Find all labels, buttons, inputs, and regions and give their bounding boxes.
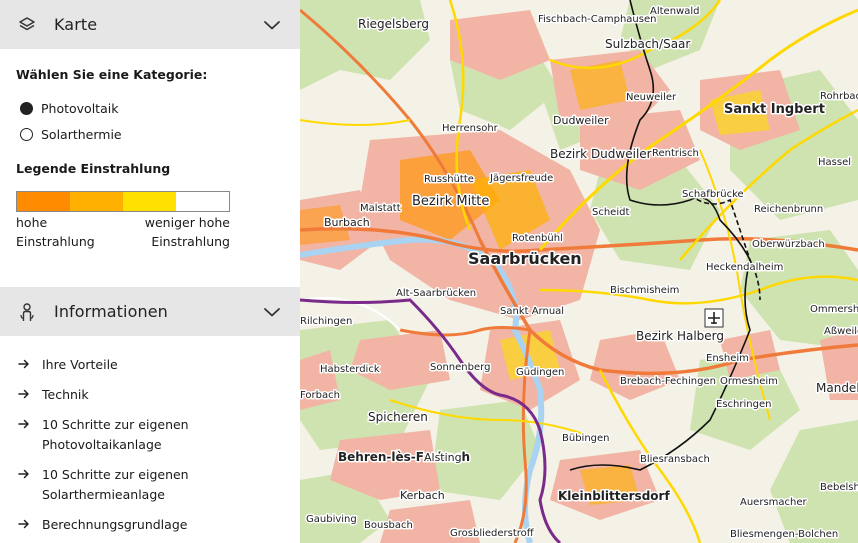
map-label-assweiler: Aßweiler	[824, 326, 858, 337]
info-link-10-schritte-pv[interactable]: 10 Schritte zur eigenen Photovoltaikanla…	[16, 410, 284, 460]
chevron-down-icon[interactable]	[262, 302, 282, 322]
informationen-panel-header[interactable]: Informationen	[0, 287, 300, 336]
map-label-altenwald: Altenwald	[650, 6, 699, 17]
map-label-ommersheim: Ommersheim	[810, 304, 858, 315]
radio-button-unchecked[interactable]	[20, 128, 33, 141]
karte-panel-body: Wählen Sie eine Kategorie: Photovoltaik …	[0, 49, 300, 287]
map-label-mandel: Mandel	[816, 381, 858, 395]
legend-labels: hohe Einstrahlung weniger hohe Einstrahl…	[16, 213, 230, 251]
info-link-label[interactable]: Berechnungsgrundlage	[42, 515, 187, 535]
map-label-malstatt: Malstatt	[360, 203, 401, 214]
legend-swatch-4	[176, 192, 229, 211]
legend-color-bar	[16, 191, 230, 212]
radio-photovoltaik[interactable]: Photovoltaik	[16, 101, 284, 116]
radio-solarthermie[interactable]: Solarthermie	[16, 127, 284, 142]
map-label-bliesmengen: Bliesmengen-Bolchen	[730, 529, 838, 540]
arrow-right-icon	[18, 465, 32, 479]
map-label-sulzbach: Sulzbach/Saar	[605, 37, 690, 51]
chevron-down-icon[interactable]	[262, 15, 282, 35]
info-link-label[interactable]: 10 Schritte zur eigenen Photovoltaikanla…	[42, 415, 212, 455]
map-label-eschringen: Eschringen	[716, 399, 771, 410]
map-canvas[interactable]: Riegelsberg Fischbach-Camphausen Altenwa…	[300, 0, 858, 543]
radio-button-checked[interactable]	[20, 102, 33, 115]
map-label-sankt-ingbert: Sankt Ingbert	[724, 102, 825, 117]
map-label-rohrbach: Rohrbach	[820, 91, 858, 102]
info-person-icon	[17, 302, 37, 322]
map-label-rotenbuehl: Rotenbühl	[512, 233, 563, 244]
map-label-auersmacher: Auersmacher	[740, 497, 808, 508]
map-label-scheidt: Scheidt	[592, 207, 629, 218]
info-link-10-schritte-st[interactable]: 10 Schritte zur eigenen Solarthermieanla…	[16, 460, 284, 510]
map-label-rilchingen: Rilchingen	[300, 316, 352, 327]
karte-panel-title: Karte	[54, 15, 98, 34]
informationen-panel-title: Informationen	[54, 302, 168, 321]
map-label-buebingen: Bübingen	[562, 433, 610, 444]
legend-label-low: weniger hohe Einstrahlung	[144, 215, 230, 249]
map-label-alsting: Alsting	[424, 451, 462, 464]
map-label-forbach: Forbach	[300, 390, 340, 401]
map-label-reichenbrunn: Reichenbrunn	[754, 204, 823, 215]
arrow-right-icon	[18, 515, 32, 529]
map-label-jaegersfreude: Jägersfreude	[489, 173, 553, 184]
legend-label-high: hohe Einstrahlung	[16, 215, 95, 249]
map-label-fischbach: Fischbach-Camphausen	[538, 14, 656, 25]
legend-swatch-1	[17, 192, 70, 211]
info-link-technik[interactable]: Technik	[16, 380, 284, 410]
legend-swatch-3	[123, 192, 176, 211]
arrow-right-icon	[18, 415, 32, 429]
arrow-right-icon	[18, 355, 32, 369]
map-label-kerbach: Kerbach	[400, 489, 445, 502]
map-label-alt-saarbruecken: Alt-Saarbrücken	[396, 288, 476, 299]
map-label-grosbliederstroff: Grosbliederstroff	[450, 528, 535, 539]
map-label-oberwuerzbach: Oberwürzbach	[752, 239, 825, 250]
radio-label: Solarthermie	[41, 127, 122, 142]
map-label-bebelsheim: Bebelsheim	[820, 482, 858, 493]
layers-icon	[17, 15, 37, 35]
sidebar: Karte Wählen Sie eine Kategorie: Photovo…	[0, 0, 300, 543]
map-label-sonnenberg: Sonnenberg	[430, 362, 490, 373]
category-title: Wählen Sie eine Kategorie:	[16, 67, 208, 82]
map-svg[interactable]: Riegelsberg Fischbach-Camphausen Altenwa…	[300, 0, 858, 543]
legend-swatch-2	[70, 192, 123, 211]
map-label-bliesransbach: Bliesransbach	[640, 454, 710, 465]
map-label-dudweiler: Dudweiler	[553, 114, 609, 127]
map-label-bischmisheim: Bischmisheim	[610, 285, 679, 296]
map-label-hassel: Hassel	[818, 157, 851, 168]
karte-panel-header[interactable]: Karte	[0, 0, 300, 49]
info-link-berechnungsgrundlage[interactable]: Berechnungsgrundlage	[16, 510, 284, 540]
map-label-bezirk-dudweiler: Bezirk Dudweiler	[550, 147, 652, 161]
airport-icon	[704, 308, 724, 328]
map-label-brebach: Brebach-Fechingen	[620, 376, 716, 387]
map-label-schafbruecke: Schafbrücke	[682, 189, 744, 200]
info-link-label[interactable]: 10 Schritte zur eigenen Solarthermieanla…	[42, 465, 212, 505]
map-label-bezirk-halberg: Bezirk Halberg	[636, 329, 724, 343]
map-label-heckendalheim: Heckendalheim	[706, 262, 783, 273]
map-label-habsterdick: Habsterdick	[320, 364, 380, 375]
map-label-herrensohr: Herrensohr	[442, 123, 499, 134]
map-label-ensheim: Ensheim	[706, 353, 749, 364]
map-label-rentrisch: Rentrisch	[652, 148, 699, 159]
radio-label: Photovoltaik	[41, 101, 119, 116]
map-label-burbach: Burbach	[324, 216, 370, 229]
info-link-label[interactable]: Technik	[42, 385, 89, 405]
map-label-russhuette: Russhütte	[424, 174, 474, 185]
map-label-bezirk-mitte: Bezirk Mitte	[412, 194, 489, 209]
informationen-panel-body: Ihre Vorteile Technik 10 Schritte zur ei…	[0, 336, 300, 540]
map-label-guedingen: Güdingen	[516, 367, 564, 378]
info-link-ihre-vorteile[interactable]: Ihre Vorteile	[16, 350, 284, 380]
legend-title: Legende Einstrahlung	[16, 161, 171, 176]
info-link-label[interactable]: Ihre Vorteile	[42, 355, 118, 375]
map-label-spicheren: Spicheren	[368, 410, 428, 424]
map-label-bousbach: Bousbach	[364, 520, 413, 531]
arrow-right-icon	[18, 385, 32, 399]
map-label-riegelsberg: Riegelsberg	[358, 17, 429, 31]
map-label-gaubiving: Gaubiving	[306, 514, 357, 525]
map-label-kleinblittersdorf: Kleinblittersdorf	[558, 489, 670, 503]
map-label-saarbruecken: Saarbrücken	[468, 249, 582, 268]
map-label-sankt-arnual: Sankt Arnual	[500, 306, 564, 317]
map-label-neuweiler: Neuweiler	[626, 92, 677, 103]
map-label-ormesheim: Ormesheim	[720, 376, 778, 387]
